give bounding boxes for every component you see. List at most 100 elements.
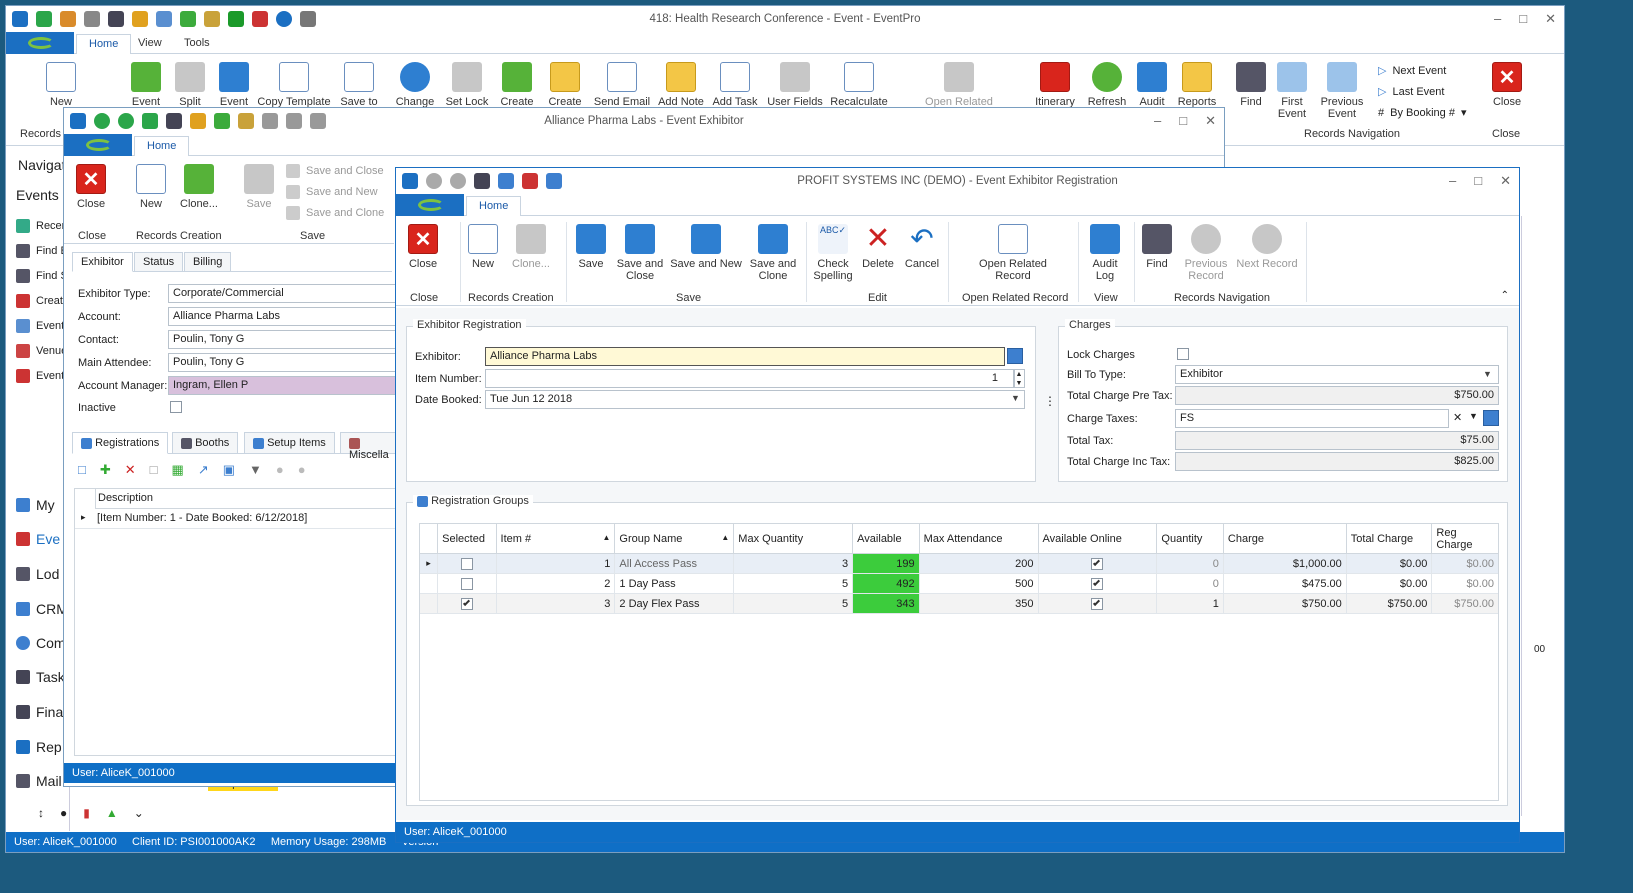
- tab-status[interactable]: Status: [134, 252, 184, 272]
- new-button[interactable]: New: [136, 164, 166, 210]
- audit-button[interactable]: Audit: [1132, 62, 1172, 108]
- save-and-clone-button[interactable]: Save and Clone: [286, 206, 384, 220]
- note-icon[interactable]: [132, 11, 148, 27]
- max-attendance-cell[interactable]: 500: [918, 573, 1039, 594]
- col-selected[interactable]: Selected: [437, 523, 497, 554]
- calendar-icon[interactable]: [252, 11, 268, 27]
- tab-home[interactable]: Home: [466, 196, 522, 216]
- file-menu-button[interactable]: [396, 194, 464, 216]
- module-crm[interactable]: CRM: [16, 601, 68, 617]
- close-button[interactable]: ✕ Close: [74, 164, 108, 210]
- chart-icon[interactable]: ▮: [83, 806, 90, 820]
- user-fields-icon[interactable]: [300, 11, 316, 27]
- up-icon[interactable]: [426, 173, 442, 189]
- grid-header-description[interactable]: Description: [95, 489, 397, 509]
- charge-taxes-field[interactable]: FS: [1175, 409, 1449, 428]
- item-number-cell[interactable]: 2: [495, 573, 616, 594]
- reports-button[interactable]: Reports: [1174, 62, 1220, 108]
- save-icon[interactable]: [498, 173, 514, 189]
- audit-log-button[interactable]: Audit Log: [1086, 224, 1124, 282]
- refresh-icon[interactable]: [36, 11, 52, 27]
- bill-to-type-select[interactable]: Exhibitor: [1175, 365, 1499, 384]
- inactive-checkbox[interactable]: [170, 401, 182, 413]
- group-name-cell[interactable]: 2 Day Flex Pass: [614, 593, 735, 614]
- tab-booths[interactable]: Booths: [172, 432, 239, 454]
- create-button[interactable]: Create: [496, 62, 538, 108]
- charge-cell[interactable]: $750.00: [1222, 593, 1347, 614]
- quantity-cell[interactable]: 0: [1156, 553, 1224, 574]
- close-icon[interactable]: ✕: [1205, 113, 1216, 129]
- save-and-clone-button[interactable]: Save and Clone: [746, 224, 800, 282]
- binoculars-icon[interactable]: [108, 11, 124, 27]
- down-icon[interactable]: [450, 173, 466, 189]
- down-icon[interactable]: [118, 113, 134, 129]
- binoculars-icon[interactable]: [474, 173, 490, 189]
- module-com[interactable]: Com: [16, 635, 66, 651]
- nav-find-event[interactable]: Find E: [16, 244, 68, 258]
- col-reg-charge[interactable]: Reg Charge: [1431, 523, 1499, 554]
- selected-cell[interactable]: [437, 593, 497, 614]
- save-button[interactable]: Save: [574, 224, 608, 270]
- check-spelling-button[interactable]: ABC✓ Check Spelling: [810, 224, 856, 282]
- col-quantity[interactable]: Quantity: [1156, 523, 1224, 554]
- module-reports[interactable]: Rep: [16, 739, 62, 755]
- expand-row-icon[interactable]: ▸: [81, 512, 86, 523]
- previous-record-button[interactable]: Previous Record: [1180, 224, 1232, 282]
- module-mail[interactable]: Mail: [16, 773, 62, 789]
- col-total-charge[interactable]: Total Charge: [1345, 523, 1433, 554]
- find-button[interactable]: Find: [1234, 62, 1268, 108]
- account-field[interactable]: Alliance Pharma Labs: [168, 307, 396, 326]
- max-quantity-cell[interactable]: 5: [733, 573, 854, 594]
- date-booked-field[interactable]: Tue Jun 12 2018: [485, 390, 1025, 409]
- refresh-icon[interactable]: [142, 113, 158, 129]
- save-close-icon[interactable]: [286, 113, 302, 129]
- save-icon[interactable]: ▣: [223, 462, 235, 478]
- user-fields-button[interactable]: User Fields: [764, 62, 826, 108]
- max-quantity-cell[interactable]: 5: [733, 593, 854, 614]
- add-icon[interactable]: ✚: [100, 462, 111, 478]
- col-available-online[interactable]: Available Online: [1037, 523, 1158, 554]
- save-and-new-button[interactable]: Save and New: [670, 224, 742, 270]
- nav-create[interactable]: Creat: [16, 294, 63, 308]
- tab-exhibitor[interactable]: Exhibitor: [72, 252, 133, 272]
- tab-tools[interactable]: Tools: [172, 34, 222, 54]
- module-tasks[interactable]: Task: [16, 669, 65, 685]
- save-to-button[interactable]: Save to: [336, 62, 382, 108]
- selected-checkbox[interactable]: [460, 597, 473, 610]
- available-online-cell[interactable]: [1037, 593, 1158, 614]
- first-event-button[interactable]: First Event: [1272, 62, 1312, 120]
- split-button[interactable]: Split: [170, 62, 210, 108]
- available-online-checkbox[interactable]: [1091, 557, 1104, 570]
- selected-checkbox[interactable]: [460, 577, 473, 590]
- find-button[interactable]: Find: [1142, 224, 1172, 270]
- close-button[interactable]: ✕ Close: [406, 224, 440, 270]
- tab-billing[interactable]: Billing: [184, 252, 232, 272]
- minimize-icon[interactable]: –: [1154, 113, 1161, 129]
- new-icon[interactable]: □: [78, 462, 86, 478]
- tab-miscellaneous[interactable]: Miscella: [340, 432, 398, 461]
- file-menu-button[interactable]: [6, 32, 74, 54]
- collapse-ribbon-icon[interactable]: ⌃: [1501, 290, 1509, 301]
- item-number-spinner-icon[interactable]: ▲ ▼: [1013, 369, 1025, 388]
- splitter-icon[interactable]: ⋮: [1044, 394, 1056, 408]
- group-name-cell[interactable]: 1 Day Pass: [614, 573, 735, 594]
- clipboard-icon[interactable]: [84, 11, 100, 27]
- grid-row[interactable]: ▸ [Item Number: 1 - Date Booked: 6/12/20…: [75, 509, 397, 529]
- quantity-cell[interactable]: 1: [1156, 593, 1224, 614]
- exhibitor-type-field[interactable]: Corporate/Commercial: [168, 284, 396, 303]
- lock-charges-checkbox[interactable]: [1177, 348, 1189, 360]
- up-icon[interactable]: [94, 113, 110, 129]
- next-record-button[interactable]: Next Record: [1234, 224, 1300, 270]
- item-number-cell[interactable]: 1: [495, 553, 616, 574]
- send-email-button[interactable]: Send Email: [592, 62, 652, 108]
- tab-registrations[interactable]: Registrations: [72, 432, 169, 454]
- sort-icon[interactable]: ↕: [38, 806, 44, 820]
- next-event-link[interactable]: ▷ Next Event: [1378, 64, 1446, 78]
- taxes-lookup-icon[interactable]: [1483, 410, 1499, 426]
- binoculars-icon[interactable]: [166, 113, 182, 129]
- previous-event-button[interactable]: Previous Event: [1318, 62, 1366, 120]
- refresh-button[interactable]: Refresh: [1084, 62, 1130, 108]
- info-icon[interactable]: [276, 11, 292, 27]
- account-manager-field[interactable]: Ingram, Ellen P: [168, 376, 396, 395]
- new-button[interactable]: New: [468, 224, 498, 270]
